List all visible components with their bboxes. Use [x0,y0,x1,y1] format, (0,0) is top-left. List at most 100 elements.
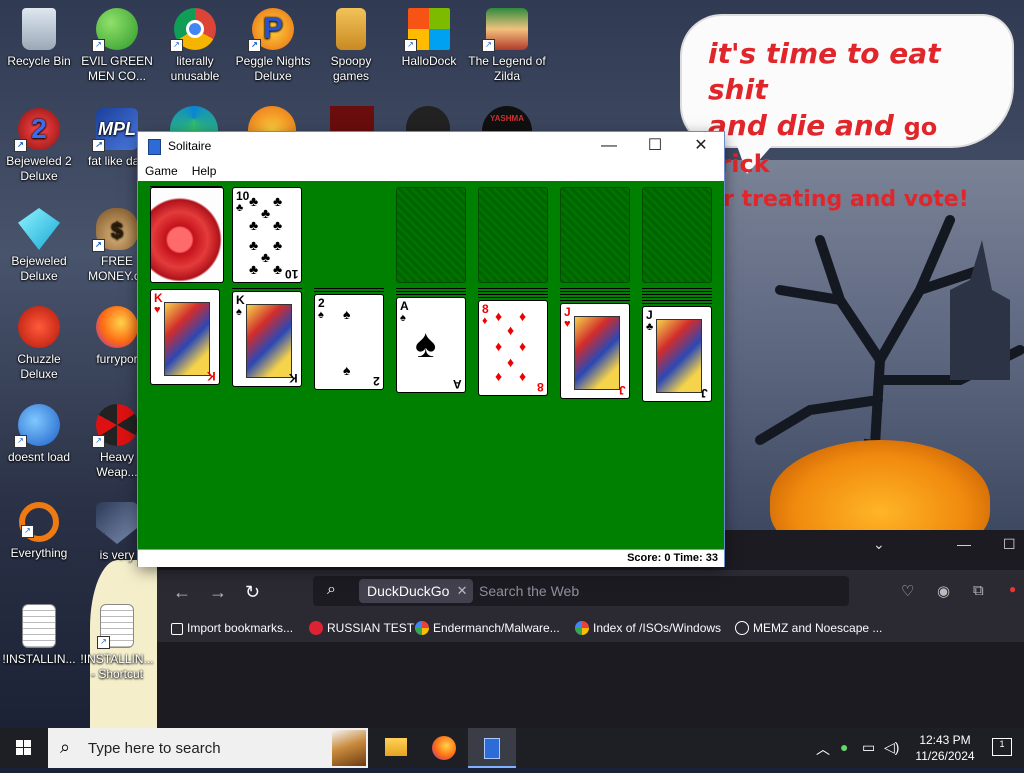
score-time-text: Score: 0 Time: 33 [627,552,718,564]
tableau-card-6[interactable]: J ♥ J [560,303,630,399]
jack-face-art [656,319,702,393]
taskbar-solitaire[interactable] [468,728,516,768]
close-button[interactable]: ✕ [678,132,724,160]
reload-icon[interactable]: ↻ [245,582,260,603]
desktop-icon-bejeweled[interactable]: Bejeweled Deluxe [0,208,78,284]
shortcut-arrow-icon: ↗ [21,525,34,538]
bookmark-memz[interactable]: MEMZ and Noescape ... [735,621,882,635]
tab-list-chevron-icon[interactable]: ⌄ [873,536,885,553]
browser-minimize-button[interactable]: — [957,536,971,552]
diamond-pip-icon: ♦ [495,338,503,354]
maximize-button[interactable]: ☐ [632,132,678,160]
tableau-card-7[interactable]: J ♣ J [642,306,712,402]
card-rank: J [646,308,653,322]
desktop-icon-spoopy-games[interactable]: Spoopy games [312,8,390,84]
desktop-icon-chuzzle[interactable]: Chuzzle Deluxe [0,306,78,382]
desktop-icon-recycle-bin[interactable]: Recycle Bin [0,8,78,69]
extensions-icon[interactable]: ⧉ [973,582,984,599]
account-icon[interactable]: ◉ [937,582,950,600]
card-rank-bottom: 8 [537,380,544,394]
club-pip-icon: ♣ [273,237,283,253]
desktop-icon-label: !INSTALLIN... [2,652,76,666]
chip-close-icon[interactable]: ✕ [457,579,468,603]
menu-game[interactable]: Game [138,160,185,178]
user-people-icon[interactable]: ● [840,739,848,755]
menu-help[interactable]: Help [185,160,224,178]
network-icon[interactable]: ▭ [862,739,875,756]
stock-stack-edge [150,186,222,187]
bookmark-index-isos[interactable]: Index of /ISOs/Windows [575,621,721,635]
volume-icon[interactable]: ◁) [884,739,899,756]
king-face-art [246,304,292,378]
stock-pile[interactable] [150,187,224,283]
back-arrow-icon[interactable]: ← [173,582,191,603]
bookmark-endermanch[interactable]: Endermanch/Malware... [415,621,560,635]
foundation-slot-1[interactable] [396,187,466,283]
desktop-icon-doesnt-load[interactable]: ↗ doesnt load [0,404,78,465]
hidden-card-edge [478,297,548,298]
speech-bubble-text: it's time to eat shit and die and go tri… [708,36,998,218]
url-bar[interactable]: ⌕ DuckDuckGo ✕ Search the Web [313,576,849,606]
card-rank: J [564,305,571,319]
url-bar-placeholder: Search the Web [479,583,580,599]
hidden-card-edge [642,294,712,295]
import-icon [171,623,183,635]
club-pip-icon: ♣ [261,205,271,221]
taskbar-clock[interactable]: 12:43 PM 11/26/2024 [910,732,980,764]
show-hidden-icons-chevron[interactable]: ︿ [816,739,830,759]
browser-maximize-button[interactable]: ☐ [1003,536,1016,553]
tableau-card-5[interactable]: 8 ♦ ♦ ♦ ♦ ♦ ♦ ♦ ♦ ♦ 8 [478,300,548,396]
text-file-icon [22,604,56,648]
speech-line-1: it's time to eat shit [708,37,941,106]
foundation-slot-4[interactable] [642,187,712,283]
tableau-card-3[interactable]: 2 ♠ ♠ ♠ 2 [314,294,384,390]
club-pip-icon: ♣ [249,261,259,277]
desktop-icon-hallodock[interactable]: ↗ HalloDock [390,8,468,69]
foundation-slot-2[interactable] [478,187,548,283]
ublock-icon[interactable]: ● [1009,582,1016,596]
card-rank: 10 [236,189,250,203]
tableau-card-2[interactable]: K ♠ K [232,291,302,387]
desktop-icon-everything[interactable]: ↗ Everything [0,502,78,561]
hidden-card-edge [478,294,548,295]
desktop-icon-peggle-nights[interactable]: P ↗ Peggle Nights Deluxe [234,8,312,84]
mpl-shield-icon: ↗ [96,502,138,544]
taskbar-firefox[interactable] [420,728,468,768]
forward-arrow-icon[interactable]: → [209,582,227,603]
bookmark-russian-test[interactable]: RUSSIAN TEST [309,621,414,635]
money-bag-icon: $ ↗ [92,208,138,252]
desktop-icon-installing-shortcut[interactable]: ↗ !INSTALLIN... - Shortcut [78,604,156,682]
desktop-icon-legend-of-zilda[interactable]: ↗ The Legend of Zilda [468,8,546,84]
king-face-art [164,302,210,376]
firefox-icon [96,306,138,348]
shortcut-arrow-icon: ↗ [14,139,27,152]
club-suit-icon: ♣ [236,202,244,214]
club-pip-icon: ♣ [273,217,283,233]
minimize-button[interactable]: — [586,132,632,160]
taskbar-search[interactable]: ⌕ Type here to search [48,728,368,768]
diamond-pip-icon: ♦ [507,354,515,370]
waste-pile-card[interactable]: 10 ♣ ♣ ♣ ♣ ♣ ♣ ♣ ♣ ♣ ♣ ♣ 10 [232,187,302,283]
shortcut-arrow-icon: ↗ [170,39,183,52]
card-rank-bottom: 10 [284,267,298,281]
search-engine-chip[interactable]: DuckDuckGo ✕ [359,579,474,603]
browser-content-area[interactable] [157,642,1024,728]
desktop-icon-bejeweled-2[interactable]: 2 ↗ Bejeweled 2 Deluxe [0,108,78,184]
start-button[interactable] [0,728,48,768]
hidden-card-edge [396,294,466,295]
bookmark-import[interactable]: Import bookmarks... [171,621,293,635]
desktop-icon-installing[interactable]: !INSTALLIN... [0,604,78,667]
pocket-icon[interactable]: ♡ [901,582,914,600]
hidden-card-edge [642,300,712,301]
desktop-icon-literally-unusable[interactable]: ↗ literally unusable [156,8,234,84]
desktop-icon-evil-green-men[interactable]: ↗ EVIL GREEN MEN CO... [78,8,156,84]
diamond-pip-icon: ♦ [519,368,527,384]
heart-suit-icon: ♥ [154,304,161,316]
search-icon: ⌕ [60,737,71,757]
solitaire-title-bar[interactable]: Solitaire — ☐ ✕ [138,132,724,160]
notification-center-icon[interactable]: 1 [992,738,1012,756]
tableau-card-1[interactable]: K ♥ K [150,289,220,385]
tableau-card-4[interactable]: A ♠ ♠ A [396,297,466,393]
foundation-slot-3[interactable] [560,187,630,283]
taskbar-file-explorer[interactable] [372,728,420,768]
